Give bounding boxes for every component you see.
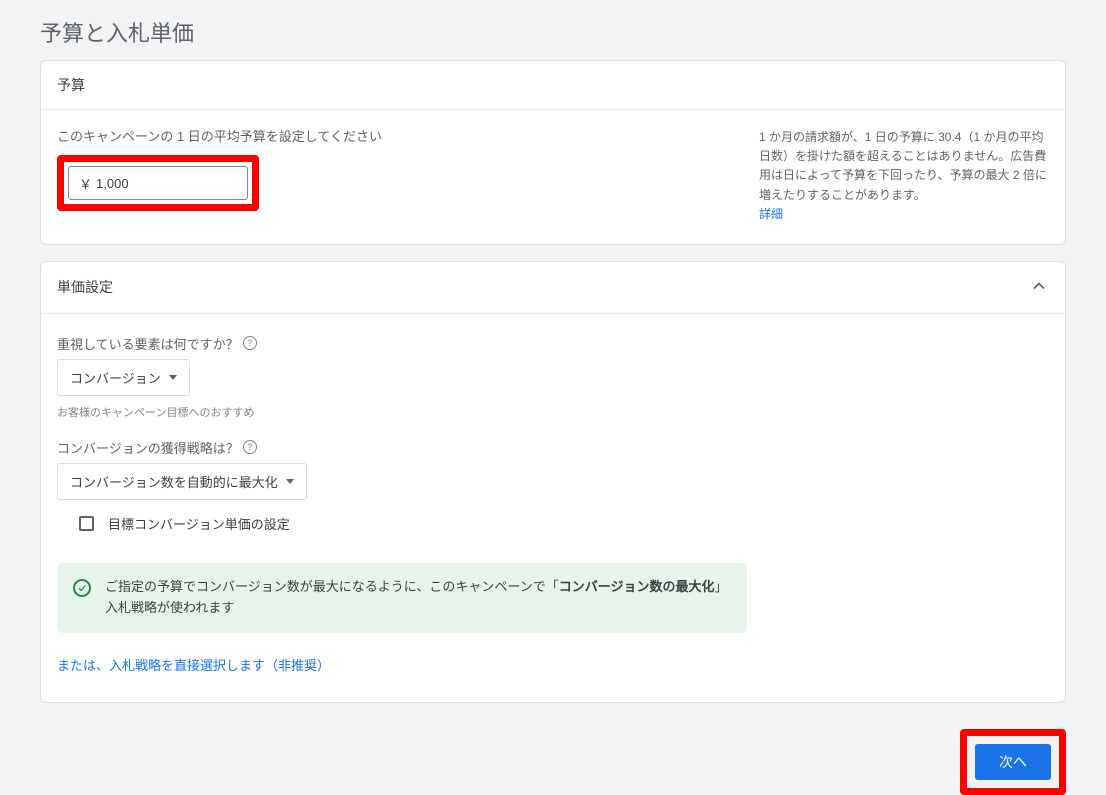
budget-body: このキャンペーンの 1 日の平均予算を設定してください ￥ 1,000 1 か月… [41,110,1065,244]
budget-label: このキャンペーンの 1 日の平均予算を設定してください [57,126,657,145]
budget-side-note-text: 1 か月の請求額が、1 日の予算に 30.4（1 か月の平均日数）を掛けた額を超… [759,130,1047,202]
focus-select-value: コンバージョン [70,368,161,387]
bidding-header-title: 単価設定 [57,277,113,297]
help-icon[interactable]: ? [243,336,257,350]
budget-header-title: 予算 [57,75,85,95]
budget-details-link[interactable]: 詳細 [759,207,783,221]
info-banner-pre: ご指定の予算でコンバージョン数が最大になるように、このキャンペーンで「 [105,579,559,594]
strategy-question-text: コンバージョンの獲得戦略は？ [57,438,239,457]
budget-highlight: ￥ 1,000 [57,155,259,211]
caret-down-icon [169,375,177,380]
checkmark-icon [73,579,91,597]
next-highlight: 次へ [960,729,1066,795]
strategy-select[interactable]: コンバージョン数を自動的に最大化 [57,463,307,500]
budget-input[interactable]: ￥ 1,000 [68,166,248,200]
budget-left-section: このキャンペーンの 1 日の平均予算を設定してください ￥ 1,000 [57,126,657,211]
chevron-up-icon[interactable] [1029,276,1049,299]
target-cpa-label: 目標コンバージョン単価の設定 [108,514,290,533]
bidding-card: 単価設定 重視している要素は何ですか？ ? コンバージョン お客様のキャンペーン… [40,261,1066,703]
info-banner: ご指定の予算でコンバージョン数が最大になるように、このキャンペーンで「コンバージ… [57,563,747,633]
focus-question-label: 重視している要素は何ですか？ ? [57,334,1049,353]
focus-hint: お客様のキャンペーン目標へのおすすめ [57,404,1049,420]
strategy-select-value: コンバージョン数を自動的に最大化 [70,472,278,491]
info-banner-text: ご指定の予算でコンバージョン数が最大になるように、このキャンペーンで「コンバージ… [105,577,731,619]
focus-select[interactable]: コンバージョン [57,359,190,396]
budget-value: 1,000 [96,176,129,191]
page-title: 予算と入札単価 [0,0,1106,60]
info-banner-bold: コンバージョン数の最大化 [559,579,715,594]
footer: 次へ [0,719,1106,795]
target-cpa-row: 目標コンバージョン単価の設定 [79,514,1049,533]
alt-strategy-link[interactable]: または、入札戦略を直接選択します（非推奨） [57,655,330,674]
currency-symbol: ￥ [79,174,92,193]
help-icon[interactable]: ? [243,440,257,454]
budget-side-note: 1 か月の請求額が、1 日の予算に 30.4（1 か月の平均日数）を掛けた額を超… [759,126,1049,224]
budget-header: 予算 [41,61,1065,110]
bidding-header: 単価設定 [41,262,1065,314]
bidding-body: 重視している要素は何ですか？ ? コンバージョン お客様のキャンペーン目標へのお… [41,314,1065,702]
budget-card: 予算 このキャンペーンの 1 日の平均予算を設定してください ￥ 1,000 1… [40,60,1066,245]
next-button[interactable]: 次へ [975,744,1051,780]
focus-question-text: 重視している要素は何ですか？ [57,334,239,353]
strategy-question-label: コンバージョンの獲得戦略は？ ? [57,438,1049,457]
caret-down-icon [286,479,294,484]
target-cpa-checkbox[interactable] [79,516,94,531]
